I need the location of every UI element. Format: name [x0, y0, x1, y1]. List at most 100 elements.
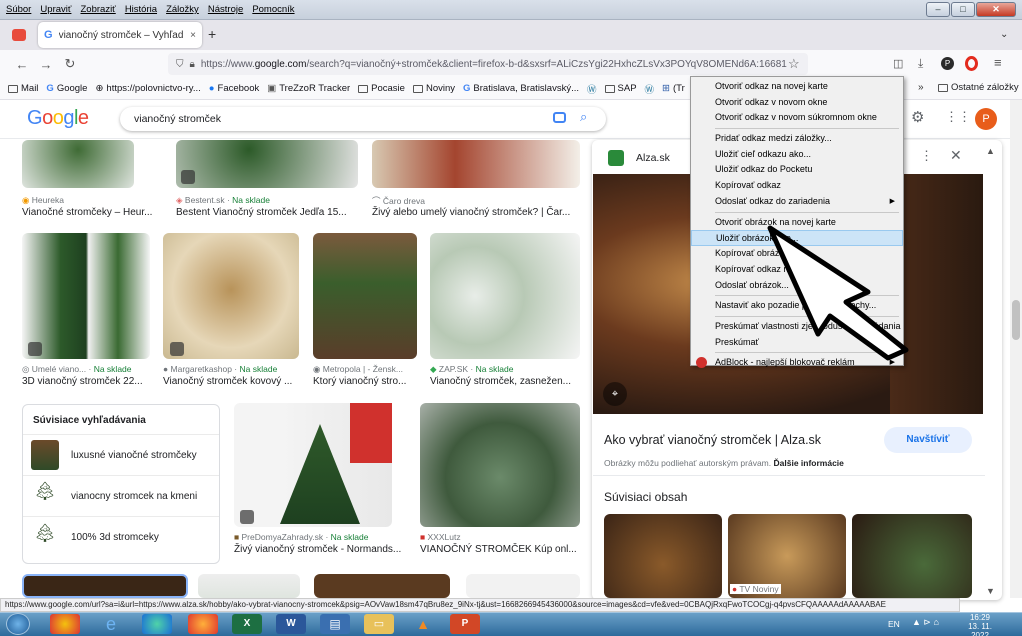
bookmark-star-icon[interactable]: ☆ — [788, 56, 800, 72]
bookmark-bratislava[interactable]: G Bratislava, Bratislavský... — [463, 83, 579, 94]
minimize-button[interactable]: – — [926, 2, 950, 17]
vlc-taskbar-icon[interactable]: ▲ — [408, 614, 438, 634]
related-search-item[interactable]: luxusné vianočné stromčeky — [23, 435, 219, 476]
bookmark-google[interactable]: G Google — [46, 83, 87, 94]
start-button[interactable] — [6, 613, 30, 635]
more-bookmarks-chevron-icon[interactable]: » — [918, 82, 924, 93]
url-bar[interactable]: ⛉ 🔒︎ https://www. google.com/search?q=via… — [168, 53, 808, 75]
tray-icons[interactable]: ▲ ⊳ ⌂ — [912, 617, 939, 628]
result-title[interactable]: Bestent Vianočný stromček Jedľa 15... — [176, 207, 347, 218]
result-image[interactable] — [314, 574, 450, 598]
edge-taskbar-icon[interactable] — [142, 614, 172, 634]
result-image[interactable] — [22, 574, 188, 598]
hamburger-menu-icon[interactable]: ≡ — [994, 55, 1002, 70]
result-image[interactable] — [176, 140, 358, 188]
chrome-taskbar-icon[interactable] — [50, 614, 80, 634]
save-taskbar-icon[interactable]: ▤ — [320, 614, 350, 634]
close-window-button[interactable]: ✕ — [976, 2, 1016, 17]
close-tab-icon[interactable]: × — [190, 30, 196, 41]
page-scrollbar[interactable] — [1010, 100, 1022, 598]
firefox-view-icon[interactable] — [12, 29, 26, 41]
panel-scroll-down-icon[interactable]: ▼ — [986, 586, 995, 596]
result-image[interactable] — [420, 403, 580, 527]
tab-list-chevron-icon[interactable]: ⌄ — [1000, 29, 1008, 40]
panel-site-name[interactable]: Alza.sk — [636, 152, 670, 164]
lens-search-icon[interactable]: ⌖ — [603, 382, 627, 406]
ctx-open-link-new-tab[interactable]: Otvoriť odkaz na novej karte — [691, 79, 903, 95]
language-indicator[interactable]: EN — [888, 619, 900, 629]
bookmark-facebook[interactable]: ● Facebook — [209, 83, 259, 94]
result-image[interactable] — [466, 574, 580, 598]
ctx-save-link-as[interactable]: Uložiť cieľ odkazu ako... — [691, 147, 903, 163]
bookmark-pocasie[interactable]: Pocasie — [358, 83, 405, 94]
ctx-copy-link[interactable]: Kopírovať odkaz — [691, 178, 903, 194]
pocket-icon[interactable]: ◫ — [893, 57, 903, 70]
menu-history[interactable]: História — [125, 0, 157, 20]
panel-title[interactable]: Ako vybrať vianočný stromček | Alza.sk — [604, 433, 821, 447]
excel-taskbar-icon[interactable]: X — [232, 614, 262, 634]
more-options-icon[interactable]: ⋮ — [920, 148, 933, 164]
panel-scroll-up-icon[interactable]: ▲ — [986, 146, 995, 156]
extension-p-icon[interactable]: P — [941, 57, 954, 70]
reload-button[interactable]: ↻ — [58, 56, 82, 72]
back-button[interactable]: ← — [10, 57, 34, 72]
ctx-open-link-private[interactable]: Otvoriť odkaz v novom súkromnom okne — [691, 110, 903, 126]
result-title[interactable]: VIANOČNÝ STROMČEK Kúp onl... — [420, 544, 577, 555]
explorer-taskbar-icon[interactable]: ▭ — [364, 614, 394, 634]
result-image[interactable] — [22, 140, 134, 188]
result-image[interactable] — [163, 233, 299, 359]
ie-taskbar-icon[interactable]: e — [96, 614, 126, 634]
google-logo[interactable]: Google — [27, 107, 89, 130]
powerpoint-taskbar-icon[interactable]: P — [450, 614, 480, 634]
bookmark-mail[interactable]: Mail — [8, 83, 38, 94]
result-title[interactable]: Živý alebo umelý vianočný stromček? | Ča… — [372, 207, 570, 218]
ctx-bookmark-link[interactable]: Pridať odkaz medzi záložky... — [691, 131, 903, 147]
result-image[interactable] — [198, 574, 300, 598]
clock[interactable]: 16:29 13. 11. 2022 — [960, 613, 1000, 636]
result-image[interactable] — [313, 233, 417, 359]
bookmark-noviny[interactable]: Noviny — [412, 83, 455, 94]
shield-icon[interactable]: ⛉ — [176, 59, 184, 70]
new-tab-button[interactable]: + — [208, 26, 216, 42]
bookmark-wordpress[interactable]: Ⓦ — [587, 82, 597, 96]
result-image[interactable] — [372, 140, 580, 188]
visit-button[interactable]: Navštíviť — [884, 427, 972, 453]
result-title[interactable]: Vianočný stromček kovový ... — [163, 376, 292, 387]
result-title[interactable]: Živý vianočný stromček - Normands... — [234, 544, 401, 555]
menu-view[interactable]: Zobraziť — [81, 0, 116, 20]
opera-icon[interactable] — [965, 56, 978, 71]
account-avatar[interactable]: P — [975, 108, 997, 130]
word-taskbar-icon[interactable]: W — [276, 614, 306, 634]
menu-edit[interactable]: Upraviť — [40, 0, 71, 20]
bookmark-sap[interactable]: SAP — [604, 83, 637, 94]
result-title[interactable]: Vianočné stromčeky – Heur... — [22, 207, 152, 218]
related-content-image[interactable] — [852, 514, 972, 598]
lens-icon[interactable] — [553, 112, 566, 123]
result-image[interactable] — [22, 233, 150, 359]
tab-google-search[interactable]: G vianočný stromček – Vyhľadáva × — [38, 22, 202, 48]
forward-button[interactable]: → — [34, 57, 58, 72]
firefox-taskbar-icon[interactable] — [188, 614, 218, 634]
result-image[interactable] — [430, 233, 580, 359]
settings-gear-icon[interactable]: ⚙ — [911, 108, 924, 126]
related-search-item[interactable]: 🌲︎ 100% 3d stromceky — [23, 517, 219, 558]
ctx-open-link-new-window[interactable]: Otvoriť odkaz v novom okne — [691, 95, 903, 111]
related-search-item[interactable]: 🌲︎ vianocny stromcek na kmeni — [23, 476, 219, 517]
bookmark-trezzor[interactable]: ▣ TreZzoR Tracker — [267, 83, 350, 94]
menu-file[interactable]: Súbor — [6, 0, 31, 20]
menu-bookmarks[interactable]: Záložky — [166, 0, 199, 20]
page-scrollbar-thumb[interactable] — [1012, 300, 1020, 340]
downloads-icon[interactable]: ⤓ — [918, 56, 923, 71]
bookmark-polovnictvo[interactable]: ⊕ https://polovnictvo-ry... — [95, 83, 200, 94]
bookmark-tr[interactable]: ⊞ (Tr — [662, 83, 685, 94]
bookmark-other[interactable]: Ostatné záložky — [938, 82, 1019, 93]
more-info-link[interactable]: Ďalšie informácie — [774, 458, 844, 468]
menu-tools[interactable]: Nástroje — [208, 0, 243, 20]
apps-grid-icon[interactable]: ⋮⋮ — [945, 109, 971, 125]
bookmark-wordpress-2[interactable]: Ⓦ — [645, 82, 655, 96]
search-icon[interactable]: ⌕ — [580, 109, 587, 125]
ctx-send-link-to-device[interactable]: Odoslať odkaz do zariadenia ▶ — [691, 194, 903, 210]
related-content-image[interactable] — [604, 514, 722, 598]
result-title[interactable]: Vianočný stromček, zasnežen... — [430, 376, 571, 387]
result-title[interactable]: Ktorý vianočný stro... — [313, 376, 406, 387]
